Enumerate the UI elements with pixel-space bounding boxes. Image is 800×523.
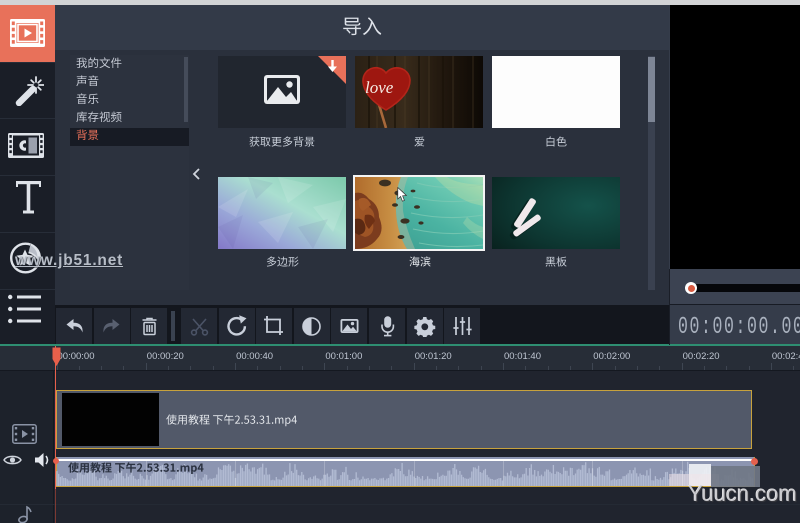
svg-text:love: love [365,78,394,97]
